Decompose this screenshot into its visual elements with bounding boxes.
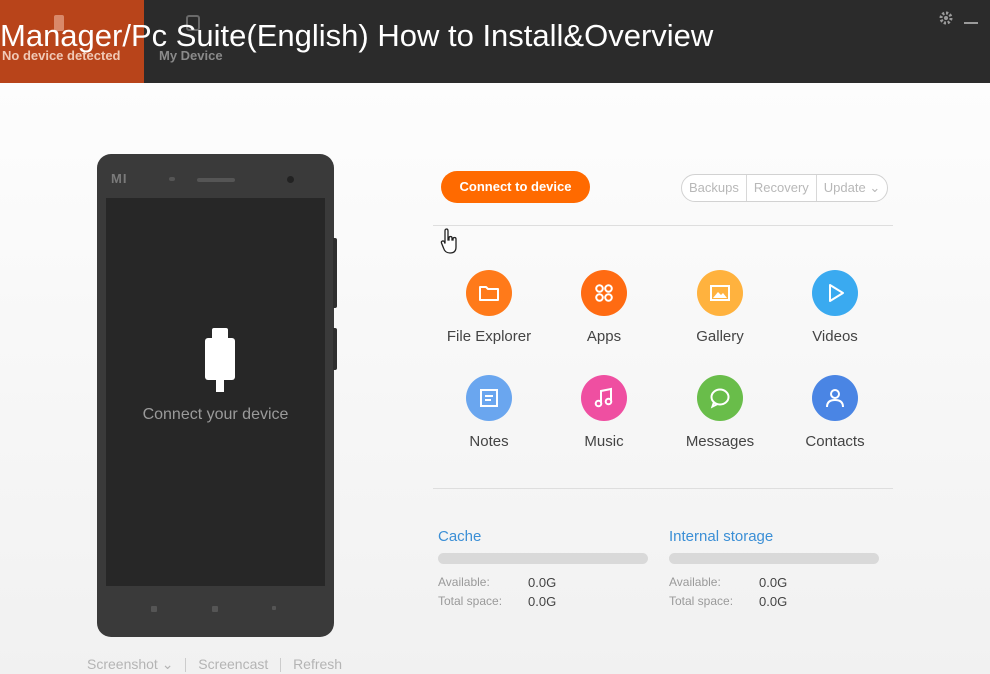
video-title: Manager/Pc Suite(English) How to Install… [0, 18, 714, 53]
image-icon [710, 285, 730, 301]
total-space-label: Total space: [438, 594, 503, 608]
music-label: Music [584, 433, 624, 450]
screenshot-button[interactable]: Screenshot ⌄ [87, 656, 173, 672]
divider [433, 225, 893, 226]
file-explorer-tile[interactable]: File Explorer [429, 270, 549, 345]
internal-available-value: 0.0G [759, 575, 788, 590]
phone-sensor [169, 177, 175, 181]
gallery-label: Gallery [696, 328, 744, 345]
chevron-down-icon: ⌄ [161, 656, 174, 672]
phone-camera [287, 176, 294, 183]
nav-home-icon [212, 606, 218, 612]
total-space-label: Total space: [669, 594, 734, 608]
nav-back-icon [151, 606, 157, 612]
apps-label: Apps [586, 328, 622, 345]
chevron-down-icon: ⌄ [869, 180, 881, 195]
phone-illustration: MI Connect your device [97, 154, 337, 637]
phone-logo: MI [111, 171, 128, 186]
nav-menu-icon [272, 606, 276, 610]
file-explorer-circle [466, 270, 512, 316]
refresh-button[interactable]: Refresh [293, 656, 342, 672]
update-button[interactable]: Update ⌄ [817, 175, 887, 201]
hand-cursor-icon [440, 228, 457, 254]
gear-icon[interactable] [938, 10, 954, 26]
minimize-icon[interactable] [964, 22, 978, 24]
contacts-label: Contacts [805, 433, 865, 450]
videos-label: Videos [812, 328, 858, 345]
contacts-tile[interactable]: Contacts [775, 375, 895, 450]
music-circle [581, 375, 627, 421]
apps-grid-icon [595, 284, 613, 302]
internal-storage-title: Internal storage [669, 528, 774, 545]
cache-total-value: 0.0G [528, 594, 557, 609]
music-note-icon [594, 387, 613, 408]
divider [185, 658, 187, 673]
folder-icon [479, 286, 499, 301]
phone-speaker [197, 178, 235, 182]
available-label: Available: [669, 575, 721, 589]
play-icon [829, 284, 844, 302]
notes-label: Notes [469, 433, 509, 450]
notes-circle [466, 375, 512, 421]
note-icon [480, 389, 498, 407]
apps-circle [581, 270, 627, 316]
apps-tile[interactable]: Apps [544, 270, 664, 345]
phone-actions: Screenshot ⌄ Screencast Refresh [87, 656, 342, 673]
messages-tile[interactable]: Messages [660, 375, 780, 450]
top-bar: No device detected My Device Manager/Pc … [0, 0, 990, 83]
cache-storage: Cache Available: 0.0G Total space: 0.0G [438, 528, 648, 613]
gallery-circle [697, 270, 743, 316]
notes-tile[interactable]: Notes [429, 375, 549, 450]
available-label: Available: [438, 575, 490, 589]
messages-label: Messages [685, 433, 755, 450]
cache-usage-bar [438, 553, 648, 564]
connect-your-device-text: Connect your device [142, 406, 289, 423]
cache-title: Cache [438, 528, 482, 545]
internal-storage: Internal storage Available: 0.0G Total sp… [669, 528, 879, 613]
gallery-tile[interactable]: Gallery [660, 270, 780, 345]
phone-side-button [333, 328, 337, 370]
person-icon [826, 389, 844, 408]
phone-screen: Connect your device [106, 198, 325, 586]
backups-button[interactable]: Backups [682, 175, 747, 201]
connect-to-device-button[interactable]: Connect to device [441, 171, 590, 203]
phone-side-button [333, 238, 337, 308]
divider [280, 658, 282, 673]
internal-total-value: 0.0G [759, 594, 788, 609]
messages-circle [697, 375, 743, 421]
usb-plug-icon [205, 338, 235, 380]
music-tile[interactable]: Music [544, 375, 664, 450]
file-explorer-label: File Explorer [446, 328, 532, 345]
recovery-button[interactable]: Recovery [747, 175, 817, 201]
backup-segment-control: Backups Recovery Update ⌄ [681, 174, 889, 202]
internal-storage-usage-bar [669, 553, 879, 564]
usb-cable-icon [216, 380, 224, 392]
videos-circle [812, 270, 858, 316]
videos-tile[interactable]: Videos [775, 270, 895, 345]
contacts-circle [812, 375, 858, 421]
chat-bubble-icon [710, 388, 730, 409]
screencast-button[interactable]: Screencast [198, 656, 268, 672]
divider [433, 488, 893, 489]
cache-available-value: 0.0G [528, 575, 557, 590]
